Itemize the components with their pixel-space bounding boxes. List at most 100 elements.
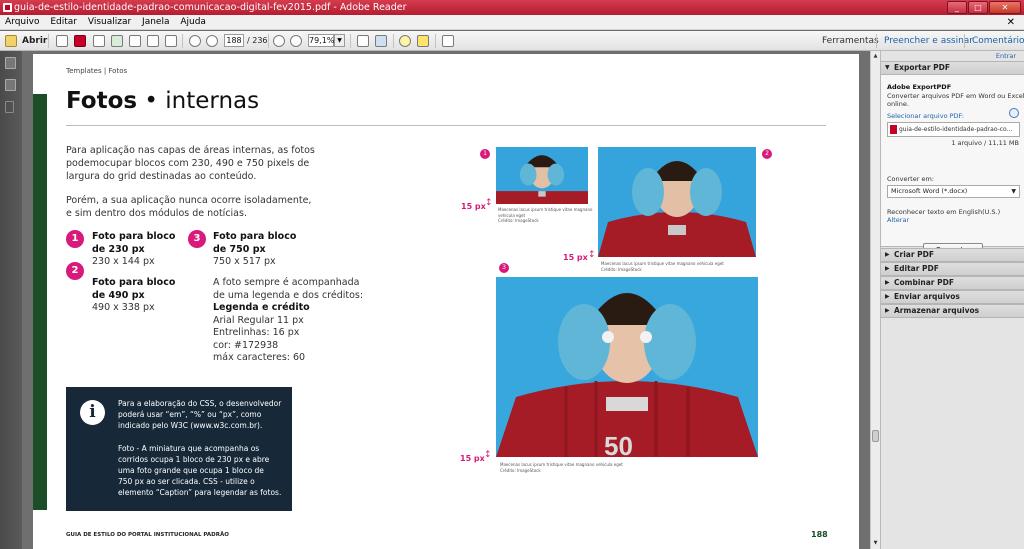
scroll-down-icon[interactable]: ▼ [871,539,880,548]
convert-format-select[interactable]: Microsoft Word (*.docx) ▼ [887,185,1020,198]
export-pdf-header[interactable]: ▼ Exportar PDF [881,61,1024,75]
zoom-in-icon[interactable] [290,35,302,47]
spec-title: Foto para bloco [92,231,176,242]
menu-bar: Arquivo Editar Visualizar Janela Ajuda ✕ [0,15,1024,30]
create-pdf-icon[interactable] [56,35,68,47]
spec-title: de 230 px [92,243,145,255]
spec-size: 490 x 338 px [92,302,155,313]
menu-editar[interactable]: Editar [50,15,77,30]
maximize-button[interactable]: □ [968,1,988,14]
info-line: corridos ocupa 1 bloco de 230 px e abre [118,454,270,464]
menu-visualizar[interactable]: Visualizar [88,15,131,30]
spec-3: Foto para bloco de 750 px 750 x 517 px [213,231,296,269]
open-button[interactable]: Abrir [22,34,47,48]
edit-pdf-header[interactable]: ▶ Editar PDF [881,262,1024,276]
section-label: Enviar arquivos [894,292,960,301]
open-folder-icon[interactable] [5,35,17,47]
document-close-icon[interactable]: ✕ [1007,15,1015,30]
create-pdf-header[interactable]: ▶ Criar PDF [881,248,1024,262]
comment-tab[interactable]: Comentário [972,31,1024,51]
export-description: Converter arquivos PDF em Word ou Excel … [887,92,1024,108]
scroll-thumb[interactable] [872,430,879,442]
store-files-header[interactable]: ▶ Armazenar arquivos [881,304,1024,318]
intro-line: largura do grid destinadas ao conteúdo. [66,171,257,182]
section-label: Armazenar arquivos [894,306,980,315]
menu-ajuda[interactable]: Ajuda [180,15,206,30]
info-line: 750 px ao ser clicada. CSS - utilize o [118,477,255,487]
bookmarks-icon[interactable] [5,79,16,91]
spacing-label-2: 15 px [563,253,588,262]
vertical-scrollbar[interactable]: ▲ ▼ [870,51,880,549]
close-button[interactable]: ✕ [989,1,1021,14]
collapsed-triangle-icon: ▶ [885,265,890,272]
selected-file[interactable]: guia-de-estilo-identidade-padrao-co... [887,122,1020,137]
page-side-bar [33,94,47,510]
scroll-up-icon[interactable]: ▲ [871,52,880,61]
navigation-pane [0,51,22,549]
legend-spec: Entrelinhas: 16 px [213,327,300,338]
intro-line: Para aplicação nas capas de áreas intern… [66,145,315,156]
full-screen-icon[interactable] [375,35,387,47]
info-line: Para a elaboração do CSS, o desenvolvedo… [118,399,282,408]
adobe-reader-icon [3,3,12,12]
description-line: online. [887,100,909,108]
zoom-out-icon[interactable] [273,35,285,47]
info-line: poderá usar “em”, “%” ou “px”, como [118,410,262,420]
print-icon[interactable] [147,35,159,47]
minimize-button[interactable]: _ [947,1,967,14]
zoom-dropdown-icon[interactable]: ▼ [334,34,345,47]
expand-icon[interactable] [442,35,454,47]
spec-title: Foto para bloco [92,277,176,288]
legend-spec: Arial Regular 11 px [213,314,304,326]
tools-tab[interactable]: Ferramentas [822,31,879,51]
page-number: 188 [811,530,828,539]
photo-badge-2: 2 [762,149,772,159]
photo-750: 50 [496,277,758,457]
caption-line: Crédito: ImageStock [498,218,539,223]
info-line: Foto - A miniatura que acompanha os [118,443,260,453]
collapsed-triangle-icon: ▶ [885,279,890,286]
sign-in-link[interactable]: Entrar [996,52,1016,60]
caption-line: Maecenas lacus ipsum tristique vitae mag… [601,261,724,266]
spec-size: 750 x 517 px [213,256,276,267]
fit-page-icon[interactable] [357,35,369,47]
highlight-icon[interactable] [417,35,429,47]
select-file-label[interactable]: Selecionar arquivo PDF: [887,112,964,120]
fill-sign-tab[interactable]: Preencher e assinar [884,31,973,51]
previous-page-icon[interactable] [189,35,201,47]
share-icon[interactable] [129,35,141,47]
menu-arquivo[interactable]: Arquivo [5,15,39,30]
section-label: Exportar PDF [894,63,950,72]
attachments-icon[interactable] [5,101,14,113]
spec-badge-2: 2 [66,262,84,280]
photo-badge-1: 1 [480,149,490,159]
ocr-change-link[interactable]: Alterar [887,216,909,224]
send-files-header[interactable]: ▶ Enviar arquivos [881,290,1024,304]
pdf-convert-icon[interactable] [74,35,86,47]
section-label: Editar PDF [894,264,939,273]
info-line: indicado pelo W3C (www.w3c.com.br). [118,421,263,431]
comment-icon[interactable] [399,35,411,47]
cloud-upload-icon[interactable] [111,35,123,47]
export-help-icon[interactable] [1009,108,1019,118]
page-number-input[interactable]: 188 [224,34,244,47]
email-icon[interactable] [165,35,177,47]
chevron-down-icon: ▼ [1011,188,1016,195]
zoom-input[interactable]: 79,1% [308,34,334,47]
title-bold: Fotos [66,88,138,114]
title-separator: • [137,88,166,114]
caption-line: Maecenas lacus ipsum tristique vitae mag… [498,207,593,212]
spec-title: Foto para bloco [213,231,297,242]
info-line: uma foto grande que ocupa 1 bloco de [118,466,264,476]
para-line: e sim dentro dos módulos de notícias. [66,208,247,219]
legend-spec: máx caracteres: 60 [213,352,306,363]
pdf-page: Templates | Fotos Fotos • internas Para … [33,54,859,549]
export-pdf-body: Adobe ExportPDF Converter arquivos PDF e… [881,75,1024,257]
combine-pdf-header[interactable]: ▶ Combinar PDF [881,276,1024,290]
menu-janela[interactable]: Janela [142,15,169,30]
next-page-icon[interactable] [206,35,218,47]
page-thumbnails-icon[interactable] [5,57,16,69]
edit-icon[interactable] [93,35,105,47]
intro-paragraph: Para aplicação nas capas de áreas intern… [66,144,315,183]
collapsed-triangle-icon: ▶ [885,293,890,300]
